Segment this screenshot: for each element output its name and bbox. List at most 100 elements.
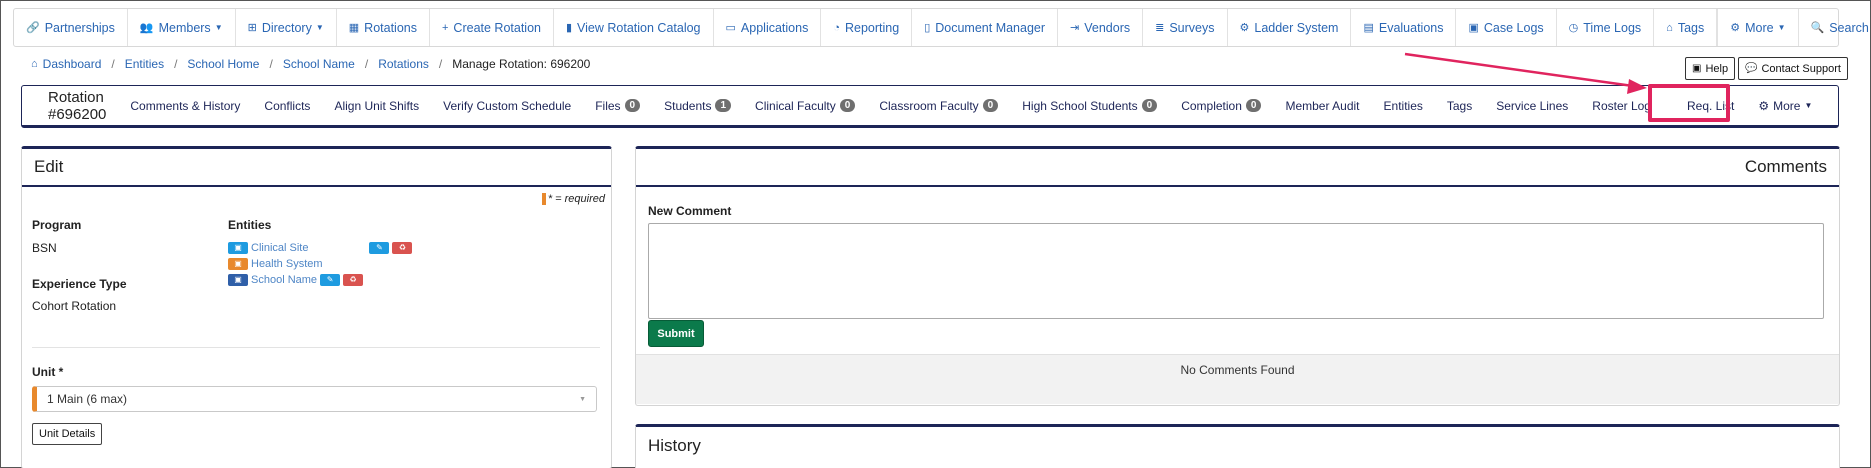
tab-label: Clinical Faculty [755, 98, 836, 113]
nav-document-manager[interactable]: ▯ Document Manager [912, 9, 1059, 46]
nav-time-logs[interactable]: ◷ Time Logs [1557, 9, 1655, 46]
delete-button[interactable]: ♻ [343, 274, 364, 286]
tab-label: Conflicts [264, 98, 311, 113]
tab-label: Member Audit [1285, 98, 1360, 113]
table-icon: ▦ [348, 22, 360, 34]
breadcrumb: ⌂ Dashboard / Entities / School Home / S… [31, 57, 590, 71]
tab-label: Tags [1446, 98, 1473, 113]
nav-ladder-system[interactable]: ⚙ Ladder System [1228, 9, 1352, 46]
sitemap-icon: ⊞ [247, 22, 257, 34]
list-icon: ≣ [1155, 22, 1165, 34]
nav-view-rotation-catalog[interactable]: ▮ View Rotation Catalog [554, 9, 714, 46]
breadcrumb-school-home[interactable]: School Home [187, 57, 259, 71]
tab-verify-custom-schedule[interactable]: Verify Custom Schedule [431, 99, 583, 113]
tab-comments-history[interactable]: Comments & History [118, 99, 252, 113]
tab-label: Align Unit Shifts [334, 98, 420, 113]
tab-conflicts[interactable]: Conflicts [252, 99, 322, 113]
submit-button[interactable]: Submit [648, 320, 704, 347]
nav-label: Members [158, 20, 211, 35]
count-badge: 0 [982, 99, 999, 112]
breadcrumb-school-name[interactable]: School Name [283, 57, 355, 71]
plus-icon: + [441, 21, 449, 34]
home-icon: ⌂ [31, 58, 38, 70]
tab-member-audit[interactable]: Member Audit [1273, 99, 1371, 113]
unit-select[interactable]: 1 Main (6 max) ▼ [32, 386, 597, 412]
count-badge: 0 [1245, 99, 1262, 112]
caret-down-icon: ▼ [1804, 101, 1813, 110]
breadcrumb-separator: / [438, 57, 443, 71]
tab-label: Classroom Faculty [879, 98, 979, 113]
nav-more[interactable]: ⚙ More ▼ [1718, 9, 1799, 46]
tab-entities[interactable]: Entities [1372, 99, 1435, 113]
comments-panel-title: Comments [636, 149, 1839, 187]
breadcrumb-dashboard[interactable]: Dashboard [43, 57, 102, 71]
entity-link[interactable]: School Name [251, 274, 317, 286]
edit-pencil-button[interactable]: ✎ [369, 242, 390, 254]
annotation-highlight-box [1648, 84, 1730, 122]
top-navbar: 🔗 Partnerships 👥 Members ▼ ⊞ Directory ▼ ▦ Rot… [13, 8, 1869, 47]
nav-create-rotation[interactable]: + Create Rotation [430, 9, 554, 46]
nav-label: Reporting [844, 20, 900, 35]
nav-label: Rotations [364, 20, 417, 35]
tab-clinical-faculty[interactable]: Clinical Faculty 0 [743, 99, 867, 113]
entity-link[interactable]: Clinical Site [251, 242, 308, 254]
tab-align-unit-shifts[interactable]: Align Unit Shifts [322, 99, 431, 113]
nav-reporting[interactable]: ◔ Reporting [821, 9, 913, 46]
rotation-title: Rotation #696200 [48, 88, 107, 123]
tab-tags[interactable]: Tags [1435, 99, 1484, 113]
breadcrumb-rotations[interactable]: Rotations [378, 57, 429, 71]
nav-vendors[interactable]: ⇥ Vendors [1058, 9, 1144, 46]
briefcase-icon: ▣ [228, 258, 248, 270]
nav-applications[interactable]: ▭ Applications [714, 9, 822, 46]
nav-label: Time Logs [1583, 20, 1642, 35]
nav-label: Partnerships [44, 20, 115, 35]
entity-link[interactable]: Health System [251, 258, 323, 270]
tab-students[interactable]: Students 1 [652, 99, 743, 113]
nav-label: Directory [261, 20, 312, 35]
caret-down-icon: ▼ [1777, 23, 1786, 32]
tab-more[interactable]: ⚙ More ▼ [1746, 99, 1824, 113]
breadcrumb-separator: / [111, 57, 115, 71]
nav-label: More [1745, 20, 1774, 35]
contact-support-button[interactable]: 💬 Contact Support [1738, 57, 1848, 80]
hospital-icon: ▣ [228, 242, 248, 254]
nav-surveys[interactable]: ≣ Surveys [1143, 9, 1228, 46]
caret-down-icon: ▼ [315, 23, 324, 32]
rotation-navbar: Rotation #696200 Comments & History Conf… [21, 85, 1839, 128]
nav-tags[interactable]: ⌂ Tags [1654, 9, 1718, 46]
edit-pencil-button[interactable]: ✎ [320, 274, 341, 286]
id-card-icon: ▭ [725, 22, 736, 34]
edit-panel-title: Edit [22, 149, 611, 187]
tab-label: Roster Log [1592, 98, 1651, 113]
help-button[interactable]: ▣ Help [1685, 57, 1736, 80]
breadcrumb-entities[interactable]: Entities [125, 57, 164, 71]
breadcrumb-separator: / [364, 57, 369, 71]
new-comment-textarea[interactable] [648, 223, 1824, 319]
nav-label: Applications [740, 20, 809, 35]
experience-type-label: Experience Type [32, 277, 127, 291]
dashboard-icon: ◔ [833, 21, 840, 34]
nav-case-logs[interactable]: ▣ Case Logs [1456, 9, 1557, 46]
tab-completion[interactable]: Completion 0 [1169, 99, 1273, 113]
tab-service-lines[interactable]: Service Lines [1484, 99, 1580, 113]
nav-directory[interactable]: ⊞ Directory ▼ [236, 9, 337, 46]
nav-evaluations[interactable]: ▤ Evaluations [1351, 9, 1457, 46]
briefcase-icon: ▣ [1468, 22, 1479, 34]
nav-members[interactable]: 👥 Members ▼ [128, 9, 236, 46]
clipboard-icon: ▤ [1363, 22, 1374, 34]
nav-rotations[interactable]: ▦ Rotations [337, 9, 430, 46]
nav-partnerships[interactable]: 🔗 Partnerships [14, 9, 128, 46]
count-badge: 1 [715, 99, 732, 112]
tab-high-school-students[interactable]: High School Students 0 [1010, 99, 1169, 113]
unit-details-button[interactable]: Unit Details [32, 423, 103, 445]
nav-search[interactable]: 🔍Search▼ [1799, 9, 1871, 46]
users-icon: 👥 [139, 22, 154, 34]
edit-panel: Edit * = required Program BSN Experience… [21, 146, 612, 468]
breadcrumb-separator: / [174, 57, 178, 71]
nav-label: Ladder System [1254, 20, 1339, 35]
delete-button[interactable]: ♻ [392, 242, 413, 254]
tab-files[interactable]: Files 0 [583, 99, 652, 113]
history-panel-title: History [648, 436, 701, 455]
tab-classroom-faculty[interactable]: Classroom Faculty 0 [867, 99, 1010, 113]
tab-label: Verify Custom Schedule [443, 98, 572, 113]
